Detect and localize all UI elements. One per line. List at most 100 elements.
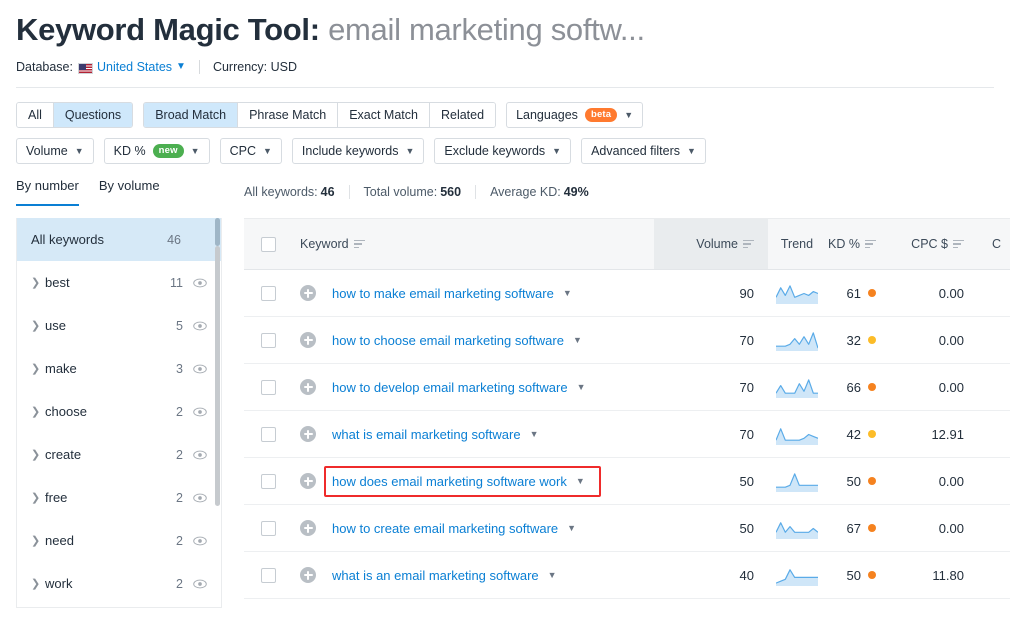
filter-kd[interactable]: KD % new ▼ — [103, 138, 210, 164]
filter-related[interactable]: Related — [429, 103, 496, 127]
row-checkbox[interactable] — [260, 520, 276, 536]
filter-questions[interactable]: Questions — [53, 103, 133, 127]
chevron-right-icon[interactable]: ❯ — [31, 577, 45, 590]
eye-icon[interactable] — [193, 276, 207, 290]
filter-exact-match[interactable]: Exact Match — [338, 103, 430, 127]
eye-icon[interactable] — [193, 405, 207, 419]
eye-icon[interactable] — [193, 491, 207, 505]
sidebar-tab-by-volume[interactable]: By volume — [99, 178, 160, 206]
chevron-right-icon[interactable]: ❯ — [31, 405, 45, 418]
select-all-checkbox[interactable] — [260, 236, 276, 252]
eye-icon — [193, 579, 207, 588]
sidebar-item-best[interactable]: ❯ best 11 — [17, 261, 221, 304]
keyword-link[interactable]: how to choose email marketing software — [332, 333, 564, 348]
add-keyword-icon[interactable] — [300, 332, 316, 348]
trend-sparkline — [776, 473, 818, 492]
filter-all[interactable]: All — [17, 103, 54, 127]
all-keywords-stat-label: All keywords: — [244, 185, 318, 199]
chevron-right-icon[interactable]: ❯ — [31, 534, 45, 547]
add-keyword-icon[interactable] — [300, 473, 316, 489]
chevron-down-icon[interactable]: ▼ — [176, 61, 186, 72]
column-header-kd[interactable]: KD % — [826, 219, 886, 269]
eye-icon[interactable] — [193, 448, 207, 462]
filter-exclude-keywords[interactable]: Exclude keywords ▼ — [434, 138, 572, 164]
sidebar-item-need[interactable]: ❯ need 2 — [17, 519, 221, 562]
page-header: Keyword Magic Tool: email marketing soft… — [0, 0, 1010, 88]
chevron-right-icon[interactable]: ❯ — [31, 448, 45, 461]
row-checkbox[interactable] — [260, 473, 276, 489]
chevron-down-icon[interactable]: ▼ — [577, 382, 586, 392]
add-keyword-icon[interactable] — [300, 379, 316, 395]
row-select-cell — [244, 364, 292, 410]
sidebar-scrollbar-top[interactable] — [215, 218, 220, 246]
filter-include-keywords[interactable]: Include keywords ▼ — [291, 138, 425, 164]
table-row: what is email marketing software ▼ 70 42 12.… — [244, 411, 1010, 458]
column-header-volume[interactable]: Volume — [654, 219, 768, 269]
filter-advanced-filters[interactable]: Advanced filters ▼ — [581, 138, 706, 164]
chevron-down-icon: ▼ — [190, 145, 200, 156]
row-select-cell — [244, 458, 292, 504]
eye-icon[interactable] — [193, 534, 207, 548]
add-keyword-icon[interactable] — [300, 567, 316, 583]
keyword-link[interactable]: how to develop email marketing software — [332, 380, 568, 395]
row-select-cell — [244, 552, 292, 598]
keyword-cell: what is an email marketing software ▼ — [292, 552, 654, 598]
page-title-main: Keyword Magic Tool: — [16, 12, 320, 47]
keyword-link[interactable]: how to make email marketing software — [332, 286, 554, 301]
column-header-cpc[interactable]: CPC $ — [886, 219, 978, 269]
volume-value: 90 — [739, 285, 754, 301]
column-header-com[interactable]: C — [978, 219, 1010, 269]
sidebar-item-free[interactable]: ❯ free 2 — [17, 476, 221, 519]
database-value[interactable]: United States — [97, 60, 172, 74]
row-checkbox[interactable] — [260, 426, 276, 442]
keyword-link[interactable]: how does email marketing software work — [332, 474, 567, 489]
chevron-right-icon[interactable]: ❯ — [31, 362, 45, 375]
sidebar-item-choose[interactable]: ❯ choose 2 — [17, 390, 221, 433]
table-row: how to develop email marketing software ▼… — [244, 364, 1010, 411]
chevron-right-icon[interactable]: ❯ — [31, 319, 45, 332]
volume-cell: 70 — [654, 364, 768, 410]
volume-cell: 40 — [654, 552, 768, 598]
sidebar-scrollbar[interactable] — [215, 246, 220, 506]
sidebar-item-create[interactable]: ❯ create 2 — [17, 433, 221, 476]
volume-value: 70 — [739, 426, 754, 442]
row-checkbox[interactable] — [260, 285, 276, 301]
chevron-down-icon[interactable]: ▼ — [576, 476, 585, 486]
filter-volume[interactable]: Volume ▼ — [16, 138, 94, 164]
volume-cell: 50 — [654, 458, 768, 504]
row-checkbox[interactable] — [260, 567, 276, 583]
eye-icon[interactable] — [193, 319, 207, 333]
trend-cell — [768, 317, 826, 363]
filter-advanced-filters-label: Advanced filters — [591, 144, 681, 158]
kd-difficulty-dot — [868, 477, 876, 485]
sidebar-item-use[interactable]: ❯ use 5 — [17, 304, 221, 347]
chevron-right-icon[interactable]: ❯ — [31, 276, 45, 289]
kd-cell: 50 — [826, 458, 886, 504]
sidebar-item-work[interactable]: ❯ work 2 — [17, 562, 221, 605]
eye-icon[interactable] — [193, 577, 207, 591]
chevron-down-icon[interactable]: ▼ — [530, 429, 539, 439]
chevron-down-icon[interactable]: ▼ — [567, 523, 576, 533]
row-checkbox[interactable] — [260, 379, 276, 395]
keyword-link[interactable]: what is an email marketing software — [332, 568, 539, 583]
add-keyword-icon[interactable] — [300, 520, 316, 536]
sidebar-item-make[interactable]: ❯ make 3 — [17, 347, 221, 390]
chevron-down-icon[interactable]: ▼ — [548, 570, 557, 580]
eye-icon[interactable] — [193, 362, 207, 376]
filter-languages[interactable]: Languages beta ▼ — [506, 102, 644, 128]
column-header-trend[interactable]: Trend — [768, 219, 826, 269]
chevron-down-icon[interactable]: ▼ — [563, 288, 572, 298]
keyword-link[interactable]: how to create email marketing software — [332, 521, 558, 536]
filter-broad-match[interactable]: Broad Match — [144, 103, 239, 127]
add-keyword-icon[interactable] — [300, 426, 316, 442]
chevron-down-icon[interactable]: ▼ — [573, 335, 582, 345]
sidebar-item-all-keywords[interactable]: All keywords 46 — [17, 218, 221, 261]
chevron-right-icon[interactable]: ❯ — [31, 491, 45, 504]
add-keyword-icon[interactable] — [300, 285, 316, 301]
row-checkbox[interactable] — [260, 332, 276, 348]
keyword-link[interactable]: what is email marketing software — [332, 427, 521, 442]
filter-phrase-match[interactable]: Phrase Match — [238, 103, 339, 127]
filter-cpc[interactable]: CPC ▼ — [219, 138, 282, 164]
sidebar-tab-by-number[interactable]: By number — [16, 178, 79, 206]
column-header-keyword[interactable]: Keyword — [292, 219, 654, 269]
